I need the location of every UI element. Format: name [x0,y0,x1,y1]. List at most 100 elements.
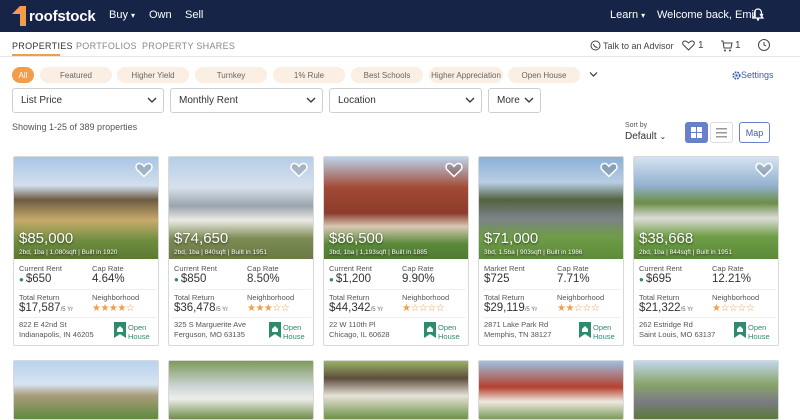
filter-chip-one-percent-rule[interactable]: 1% Rule [273,67,345,83]
property-card-photo[interactable] [478,360,624,420]
house-icon: ● [639,275,644,284]
property-price: $38,668 [639,230,694,247]
house-icon: ● [174,275,179,284]
filter-chip-higher-appreciation[interactable]: Higher Appreciation [429,67,503,83]
cart-icon[interactable] [720,40,733,52]
property-specs: 2bd, 1ba | 840sqft | Built in 1951 [174,249,267,256]
favorite-heart-icon[interactable] [755,162,773,183]
total-return-value: $17,587/5 Yr [19,302,74,314]
divider [328,289,466,290]
nav-sell[interactable]: Sell [185,9,203,21]
chevron-down-icon [465,97,475,103]
results-count: Showing 1-25 of 389 properties [12,122,138,132]
location-dropdown[interactable]: Location [329,88,482,113]
logo-text: roofstock [29,7,96,25]
filter-chip-turnkey[interactable]: Turnkey [195,67,267,83]
roofstock-logo[interactable]: roofstock [12,6,96,26]
rent-label: Current Rent [329,264,372,273]
open-house-badge[interactable]: Open House [438,323,460,341]
divider [173,289,311,290]
cap-rate-label: Cap Rate [247,264,279,273]
more-filters-dropdown[interactable]: More [488,88,541,113]
open-house-flag-icon [579,322,591,343]
list-price-dropdown[interactable]: List Price [12,88,164,113]
grid-view-button[interactable] [685,122,708,143]
open-house-badge[interactable]: Open House [128,323,150,341]
house-icon: ● [329,275,334,284]
open-house-flag-icon [114,322,126,343]
property-card-photo[interactable] [633,360,779,420]
open-house-badge[interactable]: Open House [283,323,305,341]
neighborhood-label: Neighborhood [92,293,140,302]
divider [328,317,466,318]
property-address: 2871 Lake Park Rd Memphis, TN 38127 [484,320,552,339]
favorite-heart-icon[interactable] [135,162,153,183]
total-return-value: $44,342/5 Yr [329,302,384,314]
notification-bell-icon[interactable] [752,8,764,21]
neighborhood-label: Neighborhood [402,293,450,302]
cap-rate-value: 8.50% [247,273,280,285]
favorite-heart-icon[interactable] [445,162,463,183]
total-return-value: $36,478/5 Yr [174,302,229,314]
talk-to-advisor-link[interactable]: Talk to an Advisor [603,41,674,51]
neighborhood-rating-stars: ★☆☆☆☆ [712,303,755,314]
divider [483,289,621,290]
filter-chip-all[interactable]: All [12,67,34,83]
tab-portfolios[interactable]: PORTFOLIOS [76,41,137,51]
open-house-flag-icon [269,322,281,343]
favorite-heart-icon[interactable] [290,162,308,183]
total-return-label: Total Return [174,293,215,302]
rent-label: Market Rent [484,264,525,273]
property-card[interactable]: $71,000 3bd, 1.5ba | 903sqft | Built in … [478,156,624,346]
list-view-button[interactable] [710,122,733,143]
property-card-photo[interactable] [168,360,314,420]
filter-chip-best-schools[interactable]: Best Schools [351,67,423,83]
open-house-badge[interactable]: Open House [593,323,615,341]
property-card[interactable]: $85,000 2bd, 1ba | 1,080sqft | Built in … [13,156,159,346]
property-card-photo[interactable] [13,360,159,420]
dropdown-label: Location [338,95,376,106]
property-card[interactable]: $74,650 2bd, 1ba | 840sqft | Built in 19… [168,156,314,346]
property-specs: 2bd, 1ba | 1,080sqft | Built in 1920 [19,249,118,256]
cap-rate-value: 9.90% [402,273,435,285]
total-return-label: Total Return [639,293,680,302]
heart-icon[interactable] [682,40,695,51]
list-icon [716,128,727,138]
total-return-label: Total Return [19,293,60,302]
property-price: $74,650 [174,230,229,247]
neighborhood-label: Neighborhood [712,293,760,302]
rent-value: $725 [484,273,510,285]
nav-learn[interactable]: Learn ▾ [610,9,645,21]
house-icon: ● [19,275,24,284]
filter-chip-higher-yield[interactable]: Higher Yield [117,67,189,83]
chevron-down-icon[interactable] [589,71,598,78]
history-clock-icon[interactable] [757,38,771,52]
account-menu[interactable]: Welcome back, Emil ▾ [657,9,763,21]
chevron-down-icon: ▾ [641,11,646,20]
tab-property-shares[interactable]: PROPERTY SHARES [142,41,235,51]
property-card[interactable]: $86,500 3bd, 1ba | 1,193sqft | Built in … [323,156,469,346]
monthly-rent-dropdown[interactable]: Monthly Rent [170,88,323,113]
nav-own[interactable]: Own [149,9,172,21]
sort-by-select[interactable]: Default ⌄ [625,131,666,142]
total-return-value: $21,322/5 Yr [639,302,694,314]
cap-rate-value: 4.64% [92,273,125,285]
filter-chip-open-house[interactable]: Open House [508,67,580,83]
rent-value: ● $850 [174,273,207,285]
map-view-button[interactable]: Map [739,122,770,143]
nav-buy[interactable]: Buy ▾ [109,9,135,21]
top-navigation-bar: roofstock Buy ▾ Own Sell Learn ▾ Welcome b… [0,0,800,32]
divider [18,289,156,290]
property-card-photo[interactable] [323,360,469,420]
settings-link[interactable]: Settings [741,70,774,80]
cap-rate-label: Cap Rate [402,264,434,273]
tab-properties[interactable]: PROPERTIES [12,41,73,51]
chevron-down-icon: ▾ [130,11,135,20]
neighborhood-rating-stars: ★★★★☆ [92,303,135,314]
favorite-heart-icon[interactable] [600,162,618,183]
filter-chip-featured[interactable]: Featured [40,67,112,83]
open-house-badge[interactable]: Open House [748,323,770,341]
whatsapp-icon [590,40,601,51]
property-card[interactable]: $38,668 2bd, 1ba | 844sqft | Built in 19… [633,156,779,346]
dropdown-label: List Price [21,95,63,106]
